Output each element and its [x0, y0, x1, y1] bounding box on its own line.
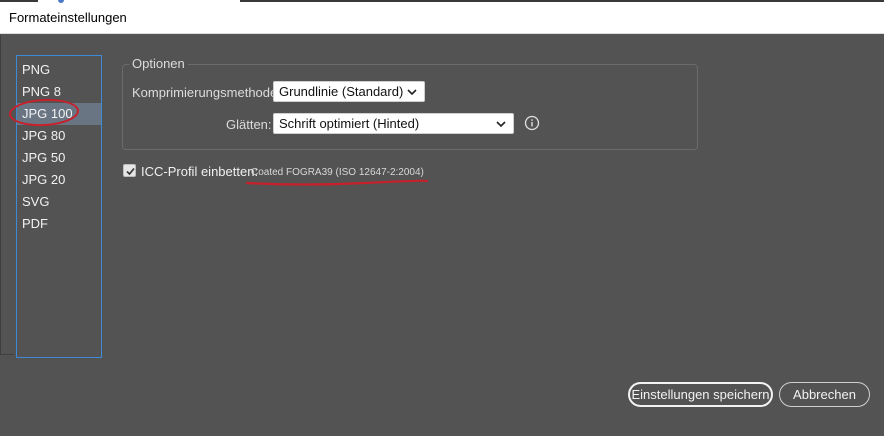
format-item-jpg50[interactable]: JPG 50: [17, 147, 101, 169]
smoothing-dropdown[interactable]: Schrift optimiert (Hinted): [273, 113, 514, 134]
compression-dropdown[interactable]: Grundlinie (Standard): [273, 81, 425, 102]
frame-line: [0, 35, 1, 355]
format-item-jpg100[interactable]: JPG 100: [17, 103, 101, 125]
smoothing-value: Schrift optimiert (Hinted): [279, 116, 420, 131]
compression-label: Komprimierungsmethode:: [132, 85, 281, 100]
compression-value: Grundlinie (Standard): [279, 84, 404, 99]
red-underline-annotation: [245, 179, 429, 186]
format-item-jpg80[interactable]: JPG 80: [17, 125, 101, 147]
format-item-jpg20[interactable]: JPG 20: [17, 169, 101, 191]
options-legend: Optionen: [129, 56, 188, 71]
smoothing-label: Glätten:: [226, 117, 272, 132]
checkmark-icon: [126, 167, 135, 176]
chevron-down-icon: [496, 121, 506, 128]
titlebar-edge: [0, 0, 38, 2]
format-item-png[interactable]: PNG: [17, 59, 101, 81]
format-item-png8[interactable]: PNG 8: [17, 81, 101, 103]
info-icon[interactable]: [524, 115, 540, 131]
titlebar-tab-marker: [58, 0, 64, 3]
window-title: Formateinstellungen: [9, 10, 127, 25]
icc-checkbox[interactable]: [123, 164, 136, 177]
icc-profile-name: Coated FOGRA39 (ISO 12647-2:2004): [251, 167, 424, 178]
format-item-pdf[interactable]: PDF: [17, 213, 101, 235]
titlebar-edge-right: [240, 0, 884, 2]
title-bar: Formateinstellungen: [0, 0, 884, 34]
icc-label: ICC-Profil einbetten:: [141, 164, 259, 179]
save-settings-button[interactable]: Einstellungen speichern: [628, 382, 773, 407]
cancel-button[interactable]: Abbrechen: [779, 382, 870, 407]
format-item-svg[interactable]: SVG: [17, 191, 101, 213]
frame-line-bottom: [0, 354, 14, 355]
chevron-down-icon: [407, 89, 417, 96]
format-list[interactable]: PNG PNG 8 JPG 100 JPG 80 JPG 50 JPG 20 S…: [16, 55, 102, 358]
options-group: [122, 64, 698, 150]
